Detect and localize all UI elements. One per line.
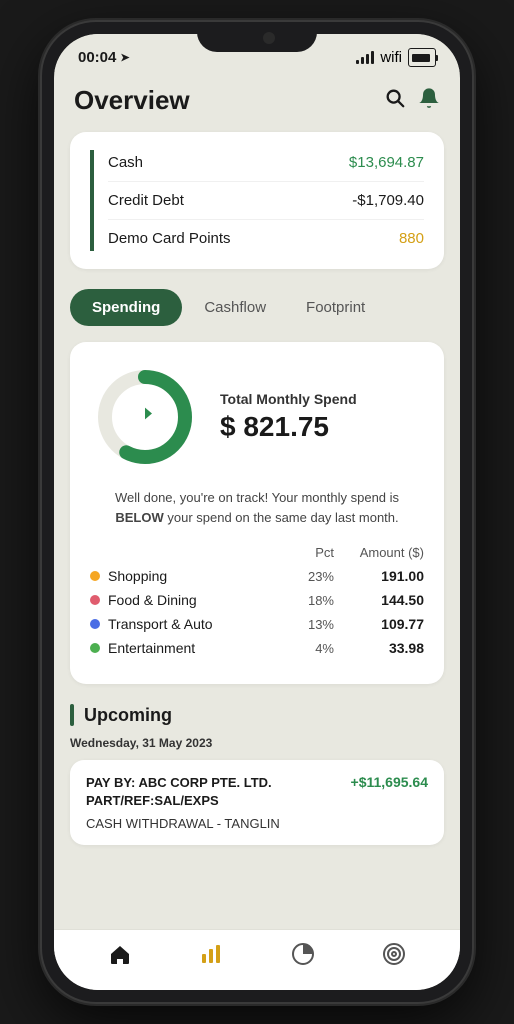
amount-header: Amount ($) <box>334 545 424 560</box>
upcoming-card: PAY BY: ABC CORP PTE. LTD.PART/REF:SAL/E… <box>70 760 444 845</box>
upcoming-bar-decoration <box>70 704 74 726</box>
shopping-name: Shopping <box>108 568 274 584</box>
credit-value: -$1,709.40 <box>352 192 424 209</box>
page-title: Overview <box>74 85 190 116</box>
upcoming-header: Upcoming <box>70 704 444 726</box>
nav-target[interactable] <box>382 942 406 966</box>
transport-amount: 109.77 <box>334 616 424 632</box>
page-header: Overview <box>70 73 444 132</box>
header-actions <box>384 87 440 115</box>
bell-icon[interactable] <box>418 87 440 115</box>
spending-message: Well done, you're on track! Your monthly… <box>90 488 424 527</box>
donut-arrow-icon <box>131 400 159 435</box>
time-display: 00:04 <box>78 49 116 66</box>
nav-analytics[interactable] <box>199 942 223 966</box>
nav-pie[interactable] <box>291 942 315 966</box>
shopping-pct: 23% <box>274 569 334 584</box>
wifi-icon: wifi <box>380 49 402 66</box>
tab-footprint[interactable]: Footprint <box>288 289 383 326</box>
upcoming-section: Upcoming Wednesday, 31 May 2023 PAY BY: … <box>70 704 444 845</box>
spending-card: Total Monthly Spend $ 821.75 Well done, … <box>70 342 444 684</box>
upcoming-sub: CASH WITHDRAWAL - TANGLIN <box>86 816 428 831</box>
cash-value: $13,694.87 <box>349 154 424 171</box>
tab-cashflow[interactable]: Cashflow <box>186 289 284 326</box>
food-pct: 18% <box>274 593 334 608</box>
entertainment-name: Entertainment <box>108 640 274 656</box>
donut-chart <box>90 362 200 472</box>
bottom-nav <box>54 929 460 990</box>
credit-label: Credit Debt <box>108 192 184 209</box>
points-value: 880 <box>399 230 424 247</box>
notch <box>197 22 317 52</box>
category-row-transport: Transport & Auto 13% 109.77 <box>90 616 424 632</box>
entertainment-dot <box>90 643 100 653</box>
signal-icon <box>356 51 374 64</box>
category-row-food: Food & Dining 18% 144.50 <box>90 592 424 608</box>
shopping-amount: 191.00 <box>334 568 424 584</box>
main-scroll[interactable]: Overview <box>54 73 460 929</box>
points-label: Demo Card Points <box>108 230 231 247</box>
upcoming-title: Upcoming <box>84 705 172 726</box>
tab-spending[interactable]: Spending <box>70 289 182 326</box>
phone-frame: 00:04 ➤ wifi Overview <box>42 22 472 1002</box>
spending-chart-label: Total Monthly Spend <box>220 391 357 407</box>
transport-name: Transport & Auto <box>108 616 274 632</box>
entertainment-amount: 33.98 <box>334 640 424 656</box>
spending-top: Total Monthly Spend $ 821.75 <box>90 362 424 472</box>
status-time: 00:04 ➤ <box>78 49 130 66</box>
search-icon[interactable] <box>384 87 406 115</box>
spending-amount: $ 821.75 <box>220 411 357 443</box>
upcoming-amount: +$11,695.64 <box>351 774 428 790</box>
location-icon: ➤ <box>120 51 129 64</box>
phone-screen: 00:04 ➤ wifi Overview <box>54 34 460 990</box>
food-amount: 144.50 <box>334 592 424 608</box>
food-name: Food & Dining <box>108 592 274 608</box>
battery-icon <box>408 48 436 67</box>
shopping-dot <box>90 571 100 581</box>
category-header: Pct Amount ($) <box>90 545 424 560</box>
tab-bar: Spending Cashflow Footprint <box>70 289 444 326</box>
category-table: Pct Amount ($) Shopping 23% 191.00 Food … <box>90 545 424 656</box>
cash-label: Cash <box>108 154 143 171</box>
category-row-shopping: Shopping 23% 191.00 <box>90 568 424 584</box>
upcoming-desc: PAY BY: ABC CORP PTE. LTD.PART/REF:SAL/E… <box>86 774 272 810</box>
entertainment-pct: 4% <box>274 641 334 656</box>
pct-header: Pct <box>274 545 334 560</box>
status-icons: wifi <box>356 48 436 67</box>
food-dot <box>90 595 100 605</box>
category-row-entertainment: Entertainment 4% 33.98 <box>90 640 424 656</box>
camera-dot <box>263 32 275 44</box>
summary-card: Cash $13,694.87 Credit Debt -$1,709.40 D… <box>70 132 444 269</box>
upcoming-date: Wednesday, 31 May 2023 <box>70 736 444 750</box>
spending-info: Total Monthly Spend $ 821.75 <box>220 391 357 443</box>
transport-dot <box>90 619 100 629</box>
transport-pct: 13% <box>274 617 334 632</box>
upcoming-item-row: PAY BY: ABC CORP PTE. LTD.PART/REF:SAL/E… <box>86 774 428 810</box>
nav-home[interactable] <box>108 942 132 966</box>
